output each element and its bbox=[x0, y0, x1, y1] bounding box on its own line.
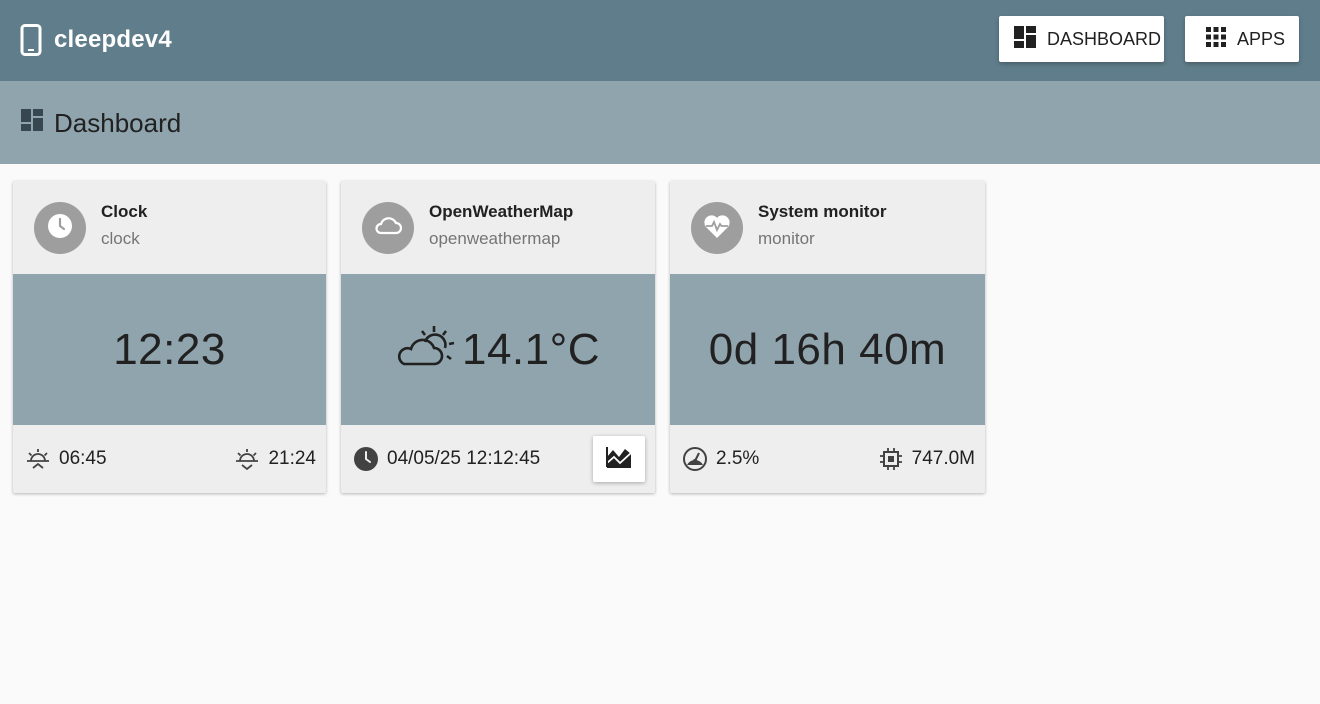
clock-avatar bbox=[34, 202, 86, 254]
card-body: 12:23 bbox=[13, 274, 326, 425]
dashboard-icon bbox=[20, 108, 44, 139]
sunrise: 06:45 bbox=[25, 446, 107, 472]
sunset-icon bbox=[234, 446, 260, 472]
page-title-text: Dashboard bbox=[54, 107, 182, 138]
cpu-usage-value: 2.5% bbox=[716, 448, 760, 469]
clock-card: Clock clock 12:23 06:45 21:24 bbox=[13, 181, 326, 493]
page-title: Dashboard bbox=[20, 108, 181, 138]
last-update-time: 04/05/25 12:12:45 bbox=[387, 448, 541, 469]
chart-icon bbox=[605, 445, 633, 474]
cloud-icon bbox=[373, 214, 403, 243]
temperature-value: 14.1°C bbox=[461, 324, 600, 374]
sunrise-icon bbox=[25, 446, 51, 472]
clock-time: 12:23 bbox=[113, 324, 226, 374]
page-header: Dashboard bbox=[0, 81, 1320, 164]
card-header: Clock clock bbox=[13, 181, 326, 274]
dashboard-button-label: DASHBOARD bbox=[1047, 28, 1162, 49]
dashboard-button[interactable]: DASHBOARD bbox=[999, 16, 1164, 62]
openweathermap-avatar bbox=[362, 202, 414, 254]
brand[interactable]: cleepdev4 bbox=[20, 22, 172, 58]
chip-icon bbox=[878, 446, 904, 472]
card-title: Clock bbox=[101, 202, 148, 221]
openweathermap-card: OpenWeatherMap openweathermap 14.1°C 04/… bbox=[341, 181, 655, 493]
memory-usage-value: 747.0M bbox=[911, 448, 975, 469]
card-header: System monitor monitor bbox=[670, 181, 985, 274]
card-subtitle: clock bbox=[101, 229, 140, 248]
sunrise-time: 06:45 bbox=[59, 448, 107, 469]
partly-cloudy-icon bbox=[396, 322, 456, 377]
system-monitor-avatar bbox=[691, 202, 743, 254]
card-header: OpenWeatherMap openweathermap bbox=[341, 181, 655, 274]
card-title: OpenWeatherMap bbox=[429, 202, 574, 221]
apps-grid-icon bbox=[1205, 26, 1227, 53]
card-footer: 04/05/25 12:12:45 bbox=[341, 425, 655, 493]
device-phone-icon bbox=[20, 24, 42, 56]
memory-usage: 747.0M bbox=[878, 446, 975, 472]
card-body: 14.1°C bbox=[341, 274, 655, 425]
chart-button[interactable] bbox=[593, 436, 645, 482]
apps-button-label: APPS bbox=[1237, 28, 1286, 49]
system-monitor-card: System monitor monitor 0d 16h 40m 2.5% 7… bbox=[670, 181, 985, 493]
last-update: 04/05/25 12:12:45 bbox=[353, 446, 540, 472]
sunset: 21:24 bbox=[234, 446, 316, 472]
heart-pulse-icon bbox=[702, 212, 732, 245]
app-name: cleepdev4 bbox=[54, 26, 172, 53]
card-body: 0d 16h 40m bbox=[670, 274, 985, 425]
clock-icon bbox=[46, 212, 74, 245]
speedometer-icon bbox=[682, 446, 708, 472]
clock-icon bbox=[353, 446, 379, 472]
apps-button[interactable]: APPS bbox=[1185, 16, 1299, 62]
top-app-bar: cleepdev4 DASHBOARD APPS bbox=[0, 0, 1320, 81]
card-subtitle: openweathermap bbox=[429, 229, 561, 248]
card-footer: 2.5% 747.0M bbox=[670, 425, 985, 493]
dashboard-icon bbox=[1013, 25, 1037, 54]
card-title: System monitor bbox=[758, 202, 887, 221]
card-footer: 06:45 21:24 bbox=[13, 425, 326, 493]
cpu-usage: 2.5% bbox=[682, 446, 759, 472]
sunset-time: 21:24 bbox=[268, 448, 316, 469]
card-subtitle: monitor bbox=[758, 229, 815, 248]
uptime-value: 0d 16h 40m bbox=[708, 324, 947, 374]
